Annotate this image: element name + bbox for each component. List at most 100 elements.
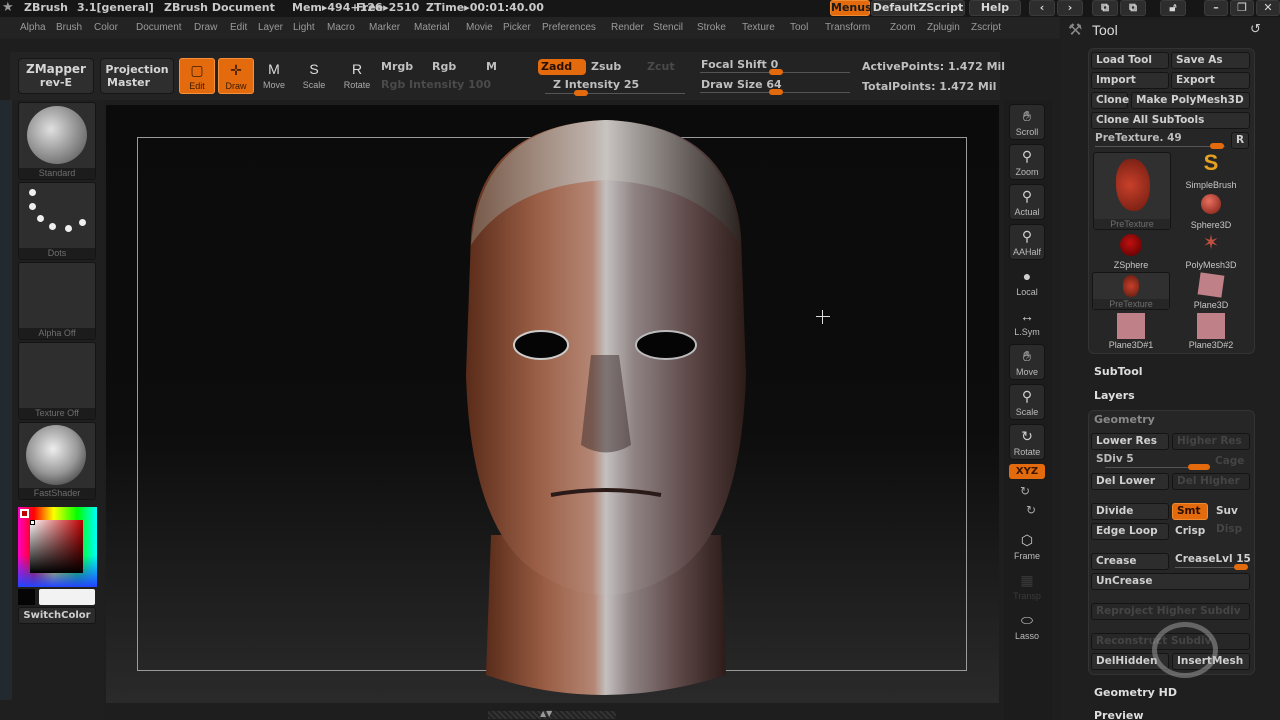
zsub-button[interactable]: Zsub — [591, 60, 621, 73]
material-selector[interactable]: FastShader — [18, 422, 96, 500]
zadd-button[interactable]: Zadd — [538, 59, 586, 75]
switch-color-button[interactable]: SwitchColor — [18, 607, 96, 624]
mrgb-button[interactable]: Mrgb — [381, 60, 413, 73]
bottom-tray-handle[interactable]: ▲▼ — [488, 709, 616, 719]
higher-res-button[interactable]: Higher Res — [1172, 433, 1250, 450]
tool-thumb-pretexture-2[interactable]: PreTexture — [1092, 272, 1170, 310]
edit-button[interactable]: ▢ Edit — [179, 58, 215, 94]
zoom-button[interactable]: ⚲ Zoom — [1009, 144, 1045, 180]
menu-document[interactable]: Document — [136, 22, 182, 33]
geometry-section[interactable]: Geometry — [1094, 413, 1155, 426]
lower-res-button[interactable]: Lower Res — [1091, 433, 1169, 450]
menu-alpha[interactable]: Alpha — [20, 22, 46, 33]
secondary-color-swatch[interactable] — [39, 589, 95, 605]
m-button[interactable]: M — [486, 60, 497, 73]
z-intensity-knob[interactable] — [574, 90, 588, 96]
r-button[interactable]: R — [1231, 132, 1249, 149]
crease-button[interactable]: Crease — [1091, 553, 1169, 570]
scale-view-button[interactable]: ⚲ Scale — [1009, 384, 1045, 420]
scroll-left-icon[interactable]: ‹ — [1029, 0, 1055, 16]
menu-draw[interactable]: Draw — [194, 22, 217, 33]
menu-macro[interactable]: Macro — [327, 22, 355, 33]
reset-palette-icon[interactable]: ↺ — [1250, 22, 1261, 37]
pretexture-slider-knob[interactable] — [1210, 143, 1224, 149]
menu-marker[interactable]: Marker — [369, 22, 400, 33]
z-intensity-slider[interactable] — [545, 93, 685, 94]
rotate-view-button[interactable]: ↻ Rotate — [1009, 424, 1045, 460]
smt-toggle[interactable]: Smt — [1172, 503, 1208, 520]
menu-render[interactable]: Render — [611, 22, 644, 33]
geometry-hd-section[interactable]: Geometry HD — [1094, 686, 1177, 699]
rotate-button[interactable]: R Rotate — [339, 58, 375, 94]
hue-marker[interactable] — [20, 509, 29, 518]
pretexture-slider[interactable] — [1095, 146, 1225, 147]
restore-icon[interactable]: ❐ — [1230, 0, 1254, 16]
tool-thumb-pretexture[interactable]: PreTexture — [1093, 152, 1171, 230]
menu-edit[interactable]: Edit — [230, 22, 247, 33]
tool-thumb-polymesh3d[interactable]: ✶ PolyMesh3D — [1172, 232, 1250, 270]
projection-master-button[interactable]: Projection Master — [100, 58, 174, 94]
left-tray-handle[interactable] — [0, 100, 12, 700]
close-icon[interactable]: ✕ — [1256, 0, 1280, 16]
color-marker[interactable] — [30, 520, 35, 525]
import-button[interactable]: Import — [1091, 72, 1169, 89]
crease-level-knob[interactable] — [1234, 564, 1248, 570]
local-button[interactable]: ● Local — [1009, 264, 1045, 300]
load-tool-button[interactable]: Load Tool — [1091, 52, 1169, 69]
tool-thumb-sphere3d[interactable]: Sphere3D — [1172, 192, 1250, 230]
texture-selector[interactable]: Texture Off — [18, 342, 96, 420]
menu-texture[interactable]: Texture — [742, 22, 775, 33]
palette-right-icon[interactable]: ⧉ — [1120, 0, 1146, 16]
focal-shift-knob[interactable] — [769, 69, 783, 75]
aahalf-button[interactable]: ⚲ AAHalf — [1009, 224, 1045, 260]
preview-section[interactable]: Preview — [1094, 709, 1144, 720]
move-view-button[interactable]: ✋︎ Move — [1009, 344, 1045, 380]
suv-toggle[interactable]: Suv — [1216, 505, 1238, 517]
scroll-button[interactable]: ✋︎ Scroll — [1009, 104, 1045, 140]
edge-loop-button[interactable]: Edge Loop — [1091, 523, 1169, 540]
del-lower-button[interactable]: Del Lower — [1091, 473, 1169, 490]
reproject-higher-subdiv-button[interactable]: Reproject Higher Subdiv — [1091, 603, 1250, 620]
xyz-rotation-button[interactable]: XYZ — [1009, 464, 1045, 479]
default-zscript-button[interactable]: DefaultZScript — [871, 0, 965, 16]
lock-icon[interactable]: 🔓︎ — [1160, 0, 1186, 16]
sdiv-slider-knob[interactable] — [1188, 464, 1210, 470]
cage-button[interactable]: Cage — [1215, 455, 1244, 467]
save-as-button[interactable]: Save As — [1171, 52, 1250, 69]
palette-left-icon[interactable]: ⧉ — [1092, 0, 1118, 16]
tool-thumb-plane3d-2[interactable]: Plane3D#2 — [1172, 312, 1250, 350]
menu-material[interactable]: Material — [414, 22, 450, 33]
zcut-button[interactable]: Zcut — [647, 60, 675, 73]
saturation-value-square[interactable] — [30, 520, 83, 573]
menu-light[interactable]: Light — [293, 22, 315, 33]
tool-thumb-plane3d[interactable]: Plane3D — [1172, 272, 1250, 310]
menu-preferences[interactable]: Preferences — [542, 22, 596, 33]
menu-movie[interactable]: Movie — [466, 22, 493, 33]
menu-stroke[interactable]: Stroke — [697, 22, 726, 33]
clone-button[interactable]: Clone — [1091, 92, 1129, 109]
rgb-button[interactable]: Rgb — [432, 60, 456, 73]
lsym-button[interactable]: ↔ L.Sym — [1009, 304, 1045, 340]
z-rotation-icon[interactable]: ↻ — [1026, 503, 1036, 517]
subtool-section[interactable]: SubTool — [1094, 365, 1143, 378]
crisp-toggle[interactable]: Crisp — [1175, 525, 1205, 537]
y-rotation-icon[interactable]: ↻ — [1020, 484, 1030, 498]
menu-color[interactable]: Color — [94, 22, 118, 33]
layers-section[interactable]: Layers — [1094, 389, 1135, 402]
menu-zplugin[interactable]: Zplugin — [927, 22, 960, 33]
draw-size-knob[interactable] — [769, 89, 783, 95]
divide-button[interactable]: Divide — [1091, 503, 1169, 520]
menu-stencil[interactable]: Stencil — [653, 22, 683, 33]
transp-button[interactable]: ▦ Transp — [1009, 568, 1045, 604]
document-canvas[interactable] — [106, 105, 999, 703]
brush-selector[interactable]: Standard — [18, 102, 96, 180]
menus-button[interactable]: Menus — [830, 0, 872, 16]
draw-button[interactable]: ✛ Draw — [218, 58, 254, 94]
menu-zoom[interactable]: Zoom — [890, 22, 916, 33]
stroke-selector[interactable]: Dots — [18, 182, 96, 260]
menu-picker[interactable]: Picker — [503, 22, 531, 33]
minimize-icon[interactable]: – — [1204, 0, 1228, 16]
lasso-button[interactable]: ⬭ Lasso — [1009, 608, 1045, 644]
actual-button[interactable]: ⚲ Actual — [1009, 184, 1045, 220]
menu-tool[interactable]: Tool — [790, 22, 808, 33]
